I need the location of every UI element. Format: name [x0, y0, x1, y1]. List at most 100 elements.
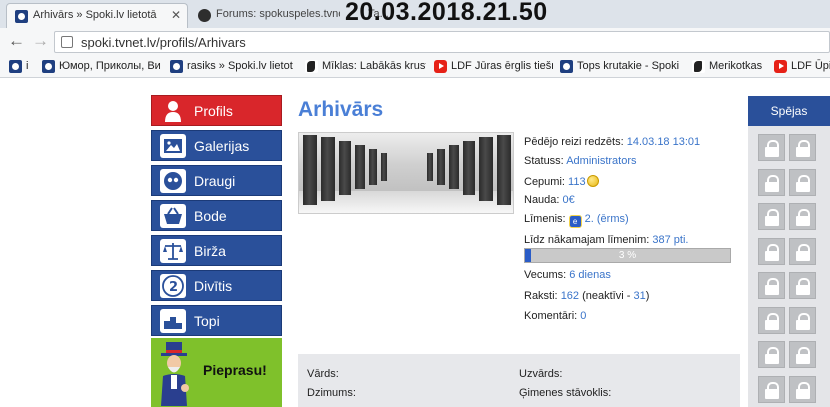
posts-value[interactable]: 162: [561, 290, 579, 302]
bookmark-item[interactable]: Mīklas: Labākās krust: [305, 59, 426, 75]
last-seen-label: Pēdējo reizi redzēts:: [524, 136, 624, 148]
money-label: Nauda:: [524, 194, 560, 206]
bookmark-item[interactable]: Merikotkas: [692, 59, 770, 75]
locked-skill-lock-icon[interactable]: [758, 272, 785, 299]
browser-tab-bar: Arhivārs » Spoki.lv lietotā ✕ Forums: sp…: [0, 0, 830, 28]
spoki-favicon-icon: [15, 10, 28, 23]
nav-item-label: Divītis: [194, 278, 233, 294]
locked-skill-lock-icon[interactable]: [758, 375, 785, 403]
locked-skill-lock-icon[interactable]: [758, 134, 785, 161]
locked-skill-lock-icon[interactable]: [758, 306, 785, 334]
tab-title: Arhivārs » Spoki.lv lietotā: [33, 9, 157, 21]
locked-skill-lock-icon[interactable]: [789, 203, 816, 230]
money-value[interactable]: 0€: [563, 194, 575, 206]
family-status-label: Ģimenes stāvoklis:: [519, 387, 612, 399]
nav-item-label: Galerijas: [194, 138, 250, 154]
locked-skill-lock-icon[interactable]: [789, 168, 816, 196]
bookmark-item[interactable]: Юмор, Приколы, Ви: [42, 59, 164, 75]
locked-skill-lock-icon[interactable]: [789, 375, 816, 403]
browser-tab[interactable]: Forums: spokuspeles.tvne: [190, 3, 340, 28]
address-bar[interactable]: spoki.tvnet.lv/profils/Arhivars: [54, 31, 830, 53]
nav-item-divitis[interactable]: 2 Divītis: [151, 270, 282, 301]
profile-details-panel: Vārds: Uzvārds: Dzimums: Ģimenes stāvokl…: [298, 354, 740, 407]
locked-skill-lock-icon[interactable]: [758, 203, 785, 230]
pieprasu-banner[interactable]: Pieprasu!: [151, 338, 282, 407]
banner-text: Pieprasu!: [203, 362, 267, 378]
age-row: Vecums: 6 dienas: [524, 269, 611, 281]
status-row: Statuss: Administrators: [524, 155, 637, 167]
posts-inactive-suffix: ): [645, 290, 650, 302]
next-level-label: Līdz nākamajam līmenim:: [524, 234, 650, 246]
posts-inactive-value[interactable]: 31: [633, 290, 645, 302]
nav-item-label: Topi: [194, 313, 220, 329]
basket-icon: [160, 204, 186, 228]
uncle-sam-icon: [161, 342, 189, 406]
last-seen-value: 14.03.18 13:01: [626, 136, 701, 148]
locked-skill-lock-icon[interactable]: [758, 237, 785, 265]
merikotkas-icon: [305, 60, 318, 73]
nav-item-galerijas[interactable]: Galerijas: [151, 130, 282, 161]
forward-arrow-icon[interactable]: →: [32, 32, 49, 50]
locked-skill-lock-icon[interactable]: [789, 237, 816, 265]
bookmark-item[interactable]: rasiks » Spoki.lv lietot: [170, 59, 306, 75]
next-level-value: 387 pti.: [652, 234, 689, 246]
bookmark-label: rasiks » Spoki.lv lietot: [187, 60, 293, 72]
bookmark-item[interactable]: LDF Jūras ērglis tiešrā: [434, 59, 553, 75]
two-euro-icon: 2: [160, 274, 186, 298]
locked-skill-lock-icon[interactable]: [758, 341, 785, 368]
close-tab-icon[interactable]: ✕: [171, 8, 181, 22]
posts-inactive-prefix: (neaktīvi -: [582, 290, 634, 302]
profile-photo: [298, 132, 514, 214]
posts-label: Raksti:: [524, 290, 558, 302]
cookies-value[interactable]: 113: [568, 176, 586, 188]
forum-favicon-icon: [198, 9, 211, 22]
bookmark-label: Merikotkas: [709, 60, 763, 72]
bookmark-item[interactable]: LDF Ūpis: [774, 59, 830, 75]
page-info-icon[interactable]: [61, 36, 73, 48]
nav-item-label: Birža: [194, 243, 226, 259]
spoki-icon: [560, 60, 573, 73]
back-arrow-icon[interactable]: ←: [8, 32, 25, 50]
cookies-row: Cepumi: 113: [524, 175, 599, 188]
skills-header: Spējas: [748, 96, 830, 126]
coin-icon: [586, 175, 599, 187]
level-value[interactable]: 2. (ērms): [585, 213, 629, 225]
nav-item-birza[interactable]: Birža: [151, 235, 282, 266]
bookmark-item[interactable]: Tops krutakie - Spoki: [560, 59, 685, 75]
nav-item-topi[interactable]: Topi: [151, 305, 282, 336]
level-label: Līmenis:: [524, 213, 566, 225]
locked-skill-lock-icon[interactable]: [789, 306, 816, 334]
last-seen-row: Pēdējo reizi redzēts: 14.03.18 13:01: [524, 136, 700, 148]
spoki-icon: [42, 60, 55, 73]
rank-badge-icon: e: [568, 215, 582, 228]
tab-title: Forums: spokuspeles.tvne: [216, 8, 340, 20]
gallery-icon: [160, 134, 186, 158]
nav-item-label: Bode: [194, 208, 227, 224]
status-value[interactable]: Administrators: [566, 155, 636, 167]
posts-row: Raksti: 162 (neaktīvi - 31): [524, 290, 649, 302]
locked-skill-lock-icon[interactable]: [789, 272, 816, 299]
nav-item-label: Profils: [194, 103, 233, 119]
nav-item-bode[interactable]: Bode: [151, 200, 282, 231]
bookmark-label: LDF Ūpis: [791, 60, 830, 72]
comments-value[interactable]: 0: [580, 310, 586, 322]
user-icon: [160, 99, 186, 123]
bookmarks-bar: i Юмор, Приколы, Ви rasiks » Spoki.lv li…: [0, 56, 830, 78]
browser-tab-active[interactable]: Arhivārs » Spoki.lv lietotā ✕: [6, 3, 188, 28]
spoki-icon: [170, 60, 183, 73]
bookmark-label: Tops krutakie - Spoki: [577, 60, 680, 72]
svg-text:2: 2: [169, 280, 178, 295]
locked-skill-lock-icon[interactable]: [789, 134, 816, 161]
comments-row: Komentāri: 0: [524, 310, 586, 322]
bookmark-item[interactable]: i: [9, 59, 35, 75]
scales-icon: [160, 239, 186, 263]
locked-skill-lock-icon[interactable]: [758, 168, 785, 196]
status-label: Statuss:: [524, 155, 564, 167]
nav-item-label: Draugi: [194, 173, 236, 189]
nav-item-profils[interactable]: Profils: [151, 95, 282, 126]
bookmark-label: i: [26, 60, 29, 72]
nav-item-draugi[interactable]: Draugi: [151, 165, 282, 196]
bookmark-label: Mīklas: Labākās krust: [322, 60, 426, 72]
locked-skill-lock-icon[interactable]: [789, 341, 816, 368]
youtube-icon: [434, 60, 447, 73]
